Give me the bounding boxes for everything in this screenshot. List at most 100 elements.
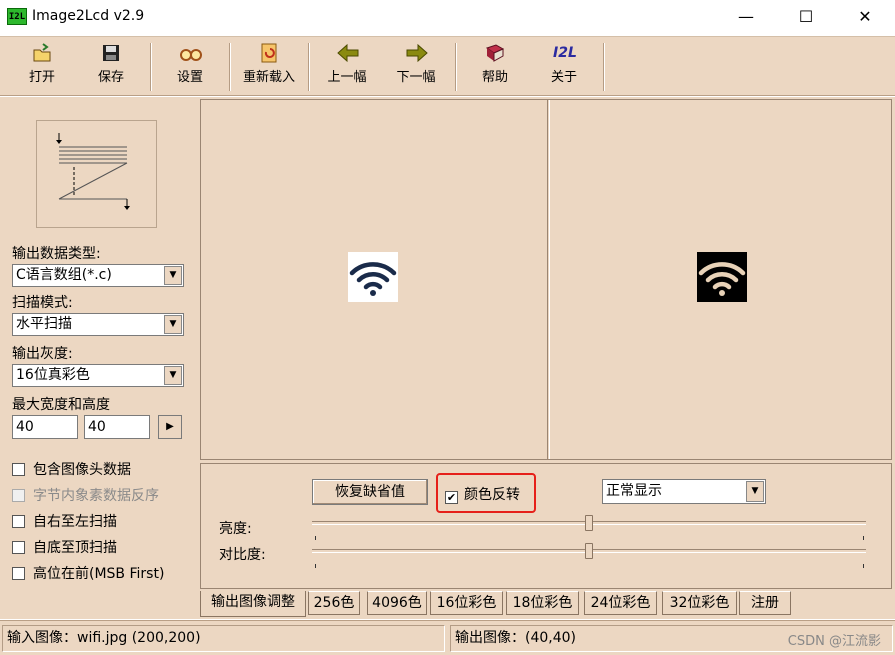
help-button[interactable]: 帮助 (471, 41, 519, 93)
output-type-label: 输出数据类型: (12, 246, 101, 262)
checkbox-icon[interactable] (12, 489, 25, 502)
image-preview-area (200, 99, 892, 460)
tab-18bit-color[interactable]: 18位彩色 (506, 591, 579, 615)
option-right-to-left[interactable]: 自右至左扫描 (12, 511, 117, 531)
minimize-button[interactable]: — (731, 6, 761, 28)
chevron-down-icon[interactable]: ▼ (164, 315, 182, 334)
gray-select[interactable]: 16位真彩色 ▼ (12, 364, 184, 387)
max-size-label: 最大宽度和高度 (12, 397, 110, 413)
brightness-slider-thumb[interactable] (585, 515, 593, 531)
option-reverse-bytes[interactable]: 字节内象素数据反序 (12, 485, 159, 505)
previous-button[interactable]: 上一幅 (322, 41, 372, 93)
option-bottom-to-top[interactable]: 自底至顶扫描 (12, 537, 117, 557)
option-label: 自底至顶扫描 (33, 540, 117, 556)
watermark: CSDN @江流影 (787, 634, 881, 649)
wifi-icon (349, 262, 397, 296)
checkbox-icon[interactable] (12, 541, 25, 554)
save-label: 保存 (97, 70, 124, 85)
tab-16bit-color[interactable]: 16位彩色 (430, 591, 503, 615)
output-image (697, 252, 747, 302)
tab-register[interactable]: 注册 (739, 591, 791, 615)
about-label: 关于 (550, 70, 577, 85)
main-area: 输出数据类型: C语言数组(*.c) ▼ 扫描模式: 水平扫描 ▼ 输出灰度: … (0, 97, 895, 619)
checkbox-icon[interactable] (12, 515, 25, 528)
display-mode-select[interactable]: 正常显示 ▼ (602, 479, 766, 504)
checkbox-icon[interactable] (12, 463, 25, 476)
close-button[interactable]: ✕ (850, 6, 880, 28)
next-label: 下一幅 (396, 70, 436, 85)
contrast-slider-thumb[interactable] (585, 543, 593, 559)
arrow-left-icon (336, 43, 359, 63)
slider-tick (863, 564, 864, 568)
play-arrow-icon: ▶ (166, 421, 174, 432)
tab-output-adjust[interactable]: 输出图像调整 (200, 591, 306, 617)
output-type-value: C语言数组(*.c) (16, 267, 112, 283)
option-include-header[interactable]: 包含图像头数据 (12, 459, 131, 479)
reload-button[interactable]: 重新载入 (236, 41, 302, 93)
tab-4096-color[interactable]: 4096色 (367, 591, 427, 615)
open-folder-icon (31, 43, 53, 63)
restore-defaults-button[interactable]: 恢复缺省值 (312, 479, 428, 505)
reload-icon (258, 43, 280, 63)
tab-256-color[interactable]: 256色 (308, 591, 360, 615)
toolbar-separator (455, 43, 457, 91)
checkbox-icon[interactable] (12, 567, 25, 580)
open-label: 打开 (28, 70, 55, 85)
status-bar: 输入图像：wifi.jpg (200,200) 输出图像：(40,40) (0, 620, 895, 655)
save-disk-icon (100, 43, 122, 63)
scan-mode-select[interactable]: 水平扫描 ▼ (12, 313, 184, 336)
option-label: 包含图像头数据 (33, 462, 131, 478)
about-i2l-icon: I2L (553, 45, 577, 61)
help-book-icon (484, 43, 506, 63)
toolbar-separator (150, 43, 152, 91)
input-image-status: 输入图像：wifi.jpg (200,200) (2, 625, 445, 652)
about-button[interactable]: I2L 关于 (540, 41, 588, 93)
tab-24bit-color[interactable]: 24位彩色 (584, 591, 657, 615)
slider-tick (863, 536, 864, 540)
preview-divider (547, 100, 550, 459)
adjustment-panel: 恢复缺省值 ✔ 颜色反转 正常显示 ▼ 亮度: 对比度: (200, 463, 892, 589)
max-width-input[interactable]: 40 (12, 415, 78, 439)
scan-direction-diagram (36, 120, 157, 228)
slider-tick (315, 536, 316, 540)
display-mode-value: 正常显示 (606, 483, 662, 499)
app-window: I2L Image2Lcd v2.9 — ☐ ✕ 打开 保存 设置 重新载入 上… (0, 0, 895, 655)
contrast-label: 对比度: (219, 547, 266, 563)
settings-button[interactable]: 设置 (166, 41, 214, 93)
input-image (348, 252, 398, 302)
settings-label: 设置 (176, 70, 203, 85)
checkbox-checked-icon[interactable]: ✔ (445, 491, 458, 504)
scan-mode-label: 扫描模式: (12, 295, 73, 311)
output-type-select[interactable]: C语言数组(*.c) ▼ (12, 264, 184, 287)
open-button[interactable]: 打开 (18, 41, 66, 93)
next-button[interactable]: 下一幅 (391, 41, 441, 93)
invert-color-label: 颜色反转 (464, 487, 520, 503)
maximize-button[interactable]: ☐ (791, 6, 821, 28)
chevron-down-icon[interactable]: ▼ (746, 481, 764, 502)
reload-label: 重新载入 (242, 70, 295, 85)
app-logo-icon: I2L (7, 8, 27, 25)
chevron-down-icon[interactable]: ▼ (164, 366, 182, 385)
settings-panel: 输出数据类型: C语言数组(*.c) ▼ 扫描模式: 水平扫描 ▼ 输出灰度: … (0, 97, 197, 619)
invert-color-checkbox[interactable]: ✔ 颜色反转 (445, 484, 520, 504)
apply-size-button[interactable]: ▶ (158, 415, 182, 439)
save-button[interactable]: 保存 (87, 41, 135, 93)
toolbar: 打开 保存 设置 重新载入 上一幅 下一幅 帮助 I2L 关于 (0, 36, 895, 96)
toolbar-separator (308, 43, 310, 91)
gray-value: 16位真彩色 (16, 367, 90, 383)
brightness-label: 亮度: (219, 521, 252, 537)
tab-32bit-color[interactable]: 32位彩色 (662, 591, 737, 615)
toolbar-separator (603, 43, 605, 91)
help-label: 帮助 (481, 70, 508, 85)
settings-glasses-icon (179, 43, 202, 63)
scan-diagram-icon (56, 133, 130, 210)
option-label: 自右至左扫描 (33, 514, 117, 530)
chevron-down-icon[interactable]: ▼ (164, 266, 182, 285)
toolbar-separator (229, 43, 231, 91)
wifi-icon (698, 262, 746, 296)
slider-tick (315, 564, 316, 568)
max-height-input[interactable]: 40 (84, 415, 150, 439)
option-label: 字节内象素数据反序 (33, 488, 159, 504)
option-msb-first[interactable]: 高位在前(MSB First) (12, 563, 164, 583)
arrow-right-icon (405, 43, 428, 63)
